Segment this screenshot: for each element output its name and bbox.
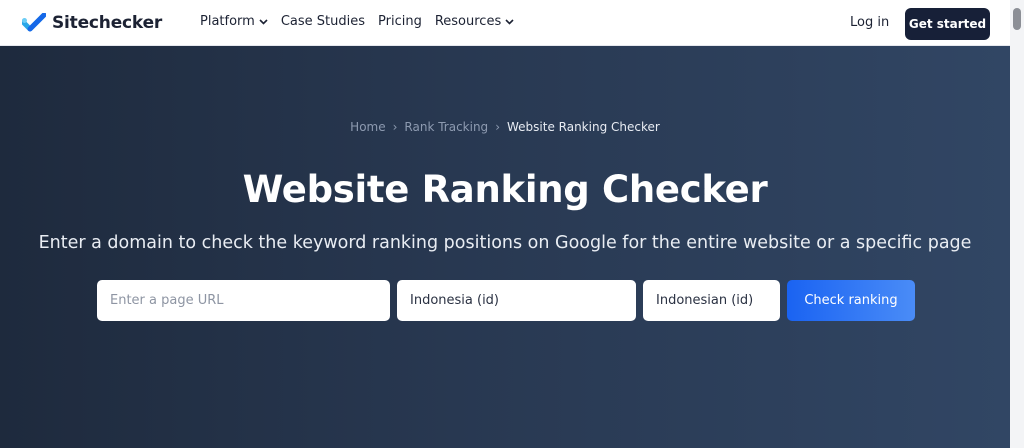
brand-name: Sitechecker [52,13,163,33]
scrollbar-thumb[interactable] [1013,8,1021,30]
check-ranking-button[interactable]: Check ranking [787,280,915,321]
nav-item-platform[interactable]: Platform [200,14,268,29]
page-title: Website Ranking Checker [242,168,768,211]
nav-item-label: Pricing [378,14,422,29]
chevron-down-icon [505,18,514,25]
nav-item-case-studies[interactable]: Case Studies [281,14,365,29]
language-select[interactable]: Indonesian (id) [643,280,780,321]
breadcrumb-rank-tracking[interactable]: Rank Tracking [404,120,488,134]
main-nav: Platform Case Studies Pricing Resources [200,14,527,29]
get-started-button[interactable]: Get started [905,8,990,40]
chevron-right-icon: › [495,120,500,134]
breadcrumb-home[interactable]: Home [350,120,385,134]
url-input[interactable]: Enter a page URL [97,280,390,321]
chevron-down-icon [259,18,268,25]
nav-item-label: Case Studies [280,14,365,29]
page-subtitle: Enter a domain to check the keyword rank… [38,233,972,253]
hero-section: Home › Rank Tracking › Website Ranking Check… [0,46,1010,448]
site-header: Sitechecker Platform Case Studies Pricin… [0,0,1024,46]
breadcrumb: Home › Rank Tracking › Website Ranking Check… [0,120,1010,134]
breadcrumb-current: Website Ranking Checker [507,120,660,134]
nav-item-resources[interactable]: Resources [435,14,514,29]
scrollbar-track[interactable] [1010,0,1024,448]
chevron-right-icon: › [392,120,398,134]
login-link[interactable]: Log in [850,15,889,30]
country-select[interactable]: Indonesia (id) [397,280,636,321]
nav-item-pricing[interactable]: Pricing [378,14,422,29]
nav-item-label: Resources [434,14,502,29]
nav-item-label: Platform [200,14,255,29]
checkmark-logo-icon [22,13,46,32]
brand-logo[interactable]: Sitechecker [22,11,162,35]
